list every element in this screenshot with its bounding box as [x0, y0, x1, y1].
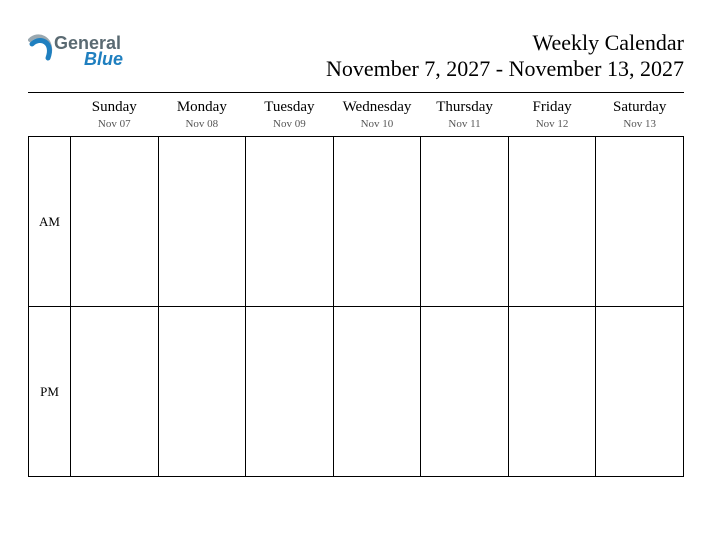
header-row: General Blue Weekly Calendar November 7,… — [28, 30, 684, 82]
calendar-cell — [333, 307, 421, 477]
day-date-row: Nov 07 Nov 08 Nov 09 Nov 10 Nov 11 Nov 1… — [29, 118, 684, 137]
calendar-cell — [421, 307, 509, 477]
day-date: Nov 13 — [596, 118, 684, 137]
logo-text-blue: Blue — [84, 50, 123, 68]
calendar-cell — [71, 307, 159, 477]
calendar-cell — [508, 137, 596, 307]
title-block: Weekly Calendar November 7, 2027 - Novem… — [326, 30, 684, 82]
day-date: Nov 12 — [508, 118, 596, 137]
calendar-cell — [246, 137, 334, 307]
calendar-cell — [158, 137, 246, 307]
date-range: November 7, 2027 - November 13, 2027 — [326, 56, 684, 82]
day-date: Nov 08 — [158, 118, 246, 137]
am-row: AM — [29, 137, 684, 307]
day-date: Nov 09 — [246, 118, 334, 137]
day-header: Monday — [158, 93, 246, 118]
day-date: Nov 07 — [71, 118, 159, 137]
day-date: Nov 11 — [421, 118, 509, 137]
brand-logo: General Blue — [28, 30, 123, 70]
calendar-cell — [333, 137, 421, 307]
day-header: Wednesday — [333, 93, 421, 118]
calendar-cell — [158, 307, 246, 477]
period-label-pm: PM — [29, 307, 71, 477]
day-header: Tuesday — [246, 93, 334, 118]
pm-row: PM — [29, 307, 684, 477]
calendar-cell — [596, 137, 684, 307]
calendar-table: Sunday Monday Tuesday Wednesday Thursday… — [28, 93, 684, 477]
day-header: Friday — [508, 93, 596, 118]
calendar-cell — [421, 137, 509, 307]
calendar-cell — [246, 307, 334, 477]
day-header: Saturday — [596, 93, 684, 118]
day-header: Thursday — [421, 93, 509, 118]
globe-swoosh-icon — [28, 34, 54, 70]
period-label-am: AM — [29, 137, 71, 307]
day-date: Nov 10 — [333, 118, 421, 137]
page-title: Weekly Calendar — [326, 30, 684, 56]
day-name-row: Sunday Monday Tuesday Wednesday Thursday… — [29, 93, 684, 118]
calendar-cell — [596, 307, 684, 477]
calendar-cell — [508, 307, 596, 477]
day-header: Sunday — [71, 93, 159, 118]
calendar-cell — [71, 137, 159, 307]
